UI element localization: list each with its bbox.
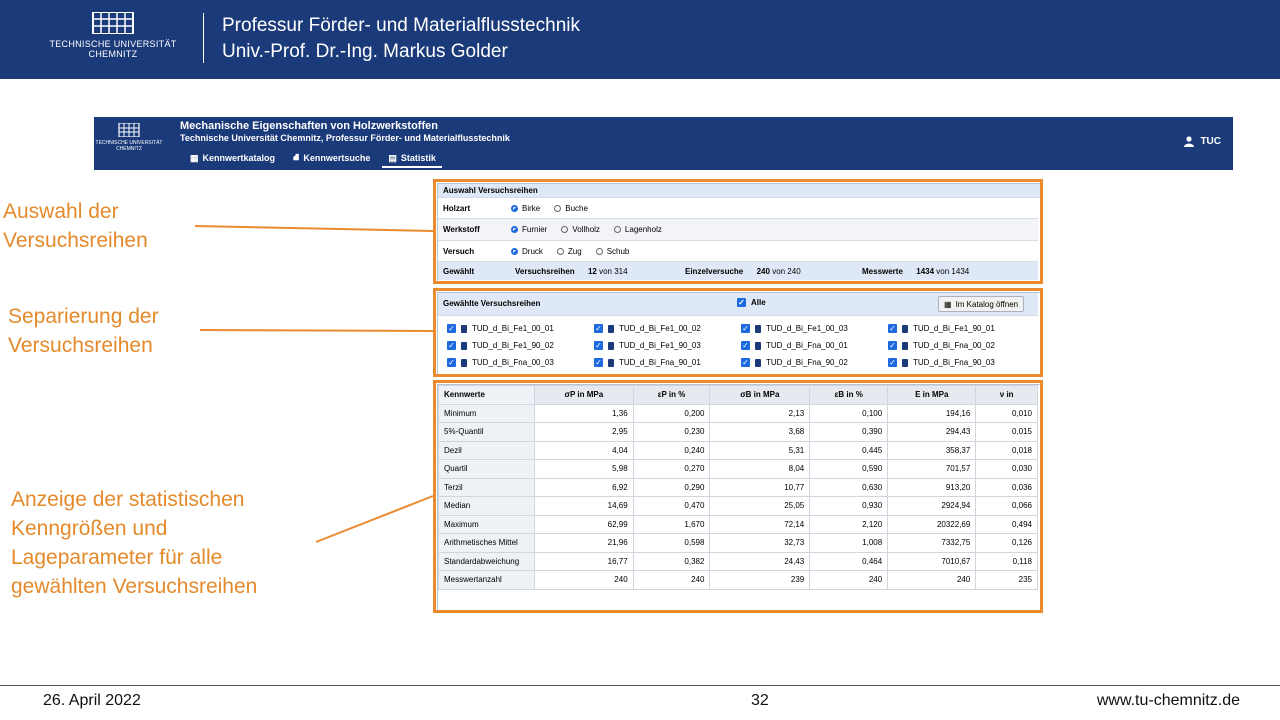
footer-divider bbox=[0, 685, 1280, 686]
footer-url: www.tu-chemnitz.de bbox=[1096, 692, 1240, 709]
page-number: 32 bbox=[751, 692, 769, 709]
connector-anzeige bbox=[315, 495, 434, 543]
connector-separierung bbox=[199, 329, 434, 332]
footer-date: 26. April 2022 bbox=[43, 692, 141, 709]
annotation-connector-lines bbox=[194, 225, 434, 543]
connector-auswahl bbox=[194, 225, 434, 232]
